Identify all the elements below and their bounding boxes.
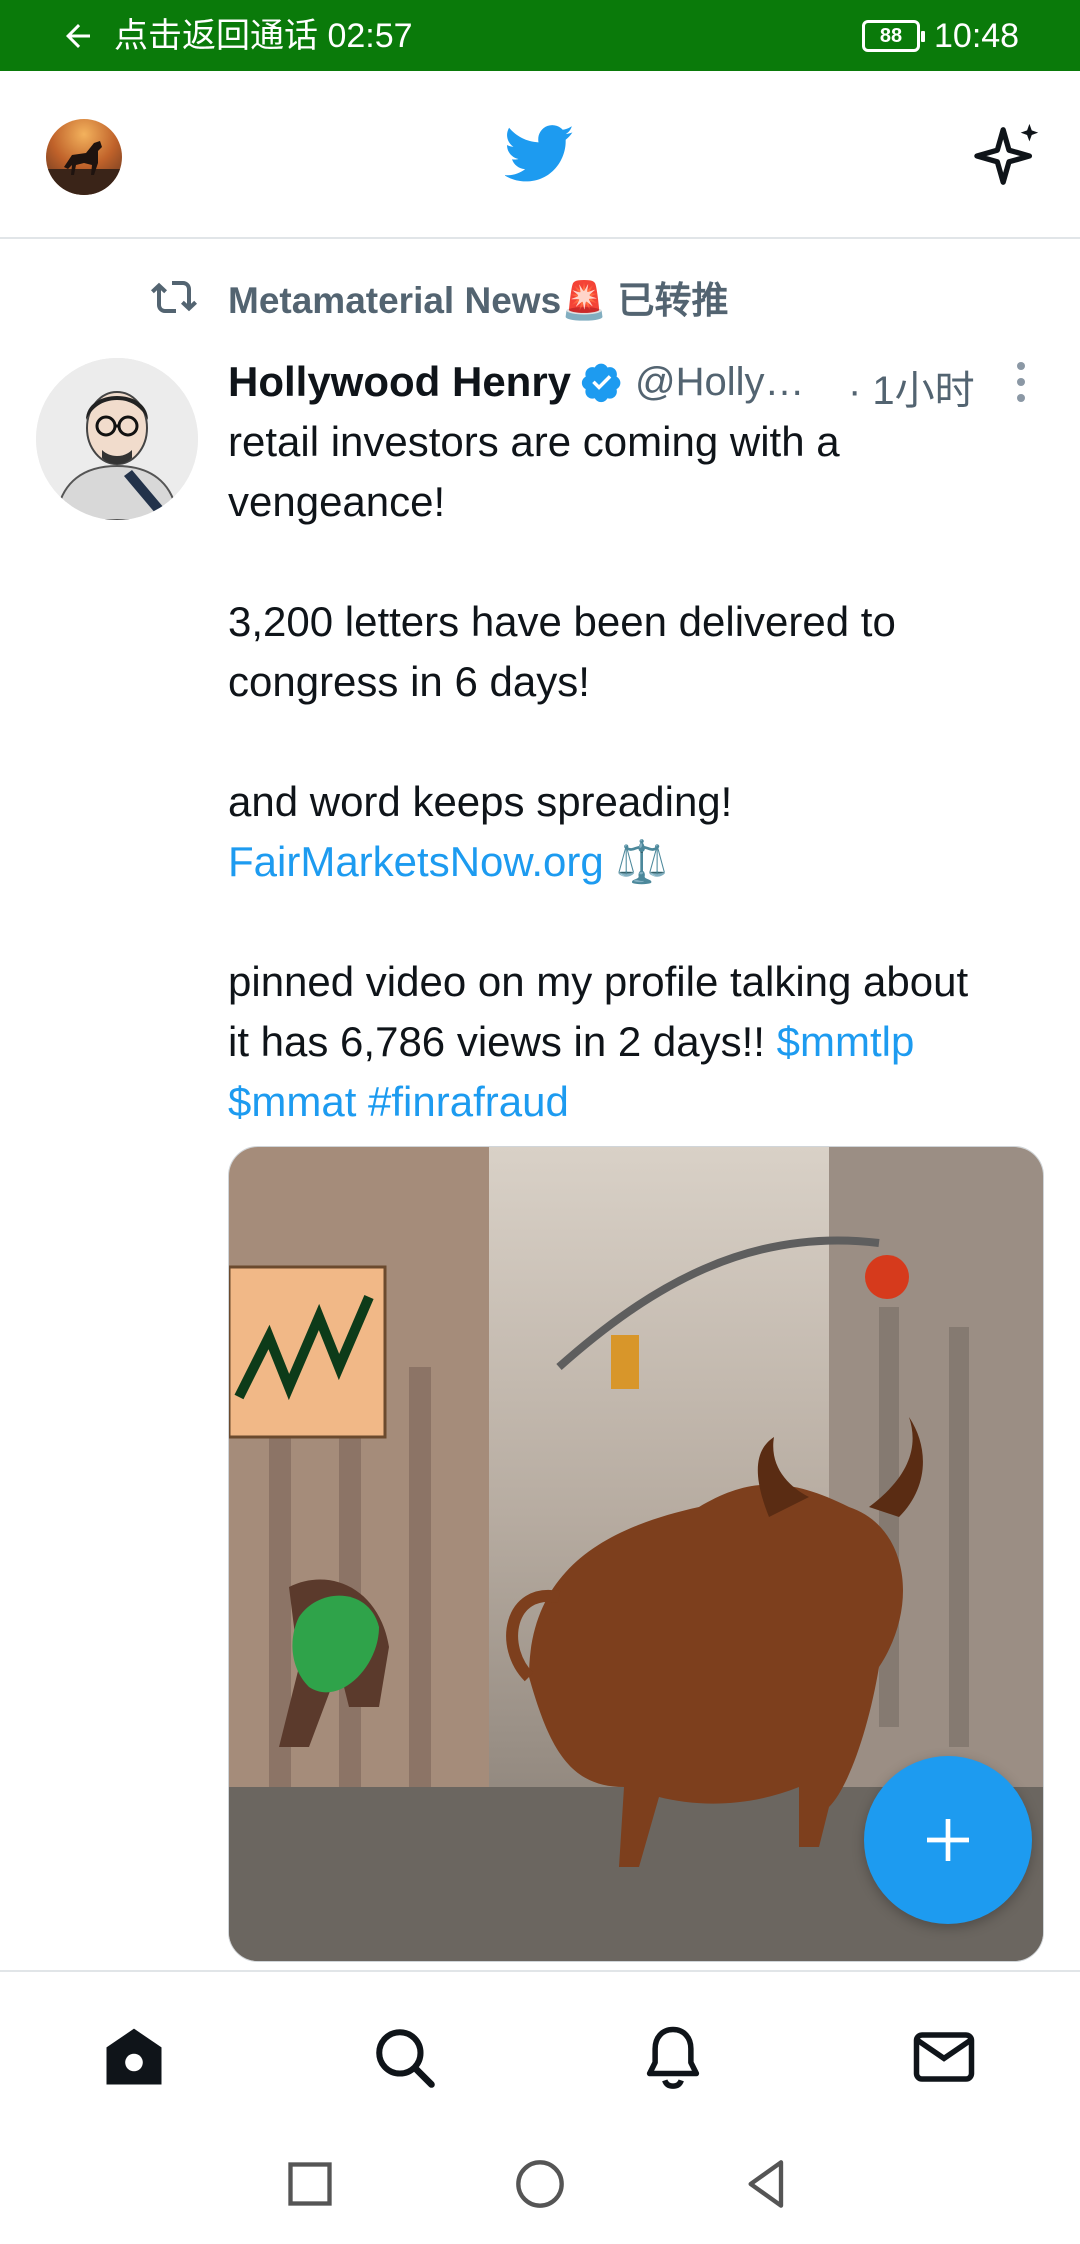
tweet-line: vengeance! [228,478,446,525]
compose-tweet-button[interactable] [864,1756,1032,1924]
status-bar: 点击返回通话 02:57 88 10:48 [0,0,1080,71]
tweet-line: 3,200 letters have been delivered to [228,598,896,645]
retweeted-by-label: Metamaterial News🚨 已转推 [228,280,729,321]
author-handle[interactable]: @Holly… [635,360,805,405]
bell-icon[interactable] [640,2024,706,2090]
battery-indicator: 88 [862,20,925,52]
tweet-line: retail investors are coming with a [228,418,840,465]
back-triangle-icon[interactable] [742,2158,794,2210]
cashtag-mmat[interactable]: $mmat [228,1078,356,1125]
retweet-icon [151,281,197,313]
system-navigation-bar [0,2120,1080,2244]
tweet-text: retail investors are coming with a venge… [228,412,1048,1132]
tweet-line-with-tag: it has 6,786 views in 2 days!! $mmtlp [228,1012,1048,1072]
bottom-navigation [0,1970,1080,2120]
mail-icon[interactable] [911,2024,977,2090]
tweet-line: congress in 6 days! [228,658,590,705]
author-name[interactable]: Hollywood Henry [228,358,571,406]
cashtag-mmtlp[interactable]: $mmtlp [777,1018,915,1065]
search-icon[interactable] [371,2024,437,2090]
author-avatar[interactable] [36,358,198,520]
tweet-line: pinned video on my profile talking about [228,958,969,1005]
tweet-line [228,532,1048,592]
author-portrait-icon [36,358,198,520]
return-to-call-text[interactable]: 点击返回通话 02:57 [114,16,413,56]
sparkle-icon[interactable] [974,121,1044,191]
horse-avatar-icon [46,141,122,195]
twitter-bird-icon[interactable] [505,123,575,185]
top-app-bar [0,71,1080,239]
verified-badge-icon [581,363,621,403]
home-icon[interactable] [101,2024,167,2090]
scales-emoji: ⚖️ [615,838,668,885]
tweet-line [228,712,1048,772]
tweet-line-text: it has 6,786 views in 2 days!! [228,1018,777,1065]
recents-square-icon[interactable] [284,2158,336,2210]
hashtag-finrafraud[interactable]: #finrafraud [368,1078,569,1125]
profile-avatar-button[interactable] [46,119,122,195]
retweet-context[interactable]: Metamaterial News🚨 已转推 [150,272,729,322]
external-link[interactable]: FairMarketsNow.org [228,838,604,885]
back-arrow-icon[interactable] [60,18,96,54]
plus-icon [927,1819,969,1861]
tweet-line-link: FairMarketsNow.org ⚖️ [228,832,1048,892]
more-options-icon[interactable] [1013,360,1029,404]
tweet-time: · 1小时 [848,369,975,413]
status-clock: 10:48 [934,17,1020,55]
tweet-line: and word keeps spreading! [228,778,733,825]
home-circle-icon[interactable] [514,2158,566,2210]
tweet-line [228,892,1048,952]
tweet-line-tags: $mmat #finrafraud [228,1072,1048,1132]
tweet-header: Hollywood Henry @Holly… · 1小时 [228,354,1048,413]
